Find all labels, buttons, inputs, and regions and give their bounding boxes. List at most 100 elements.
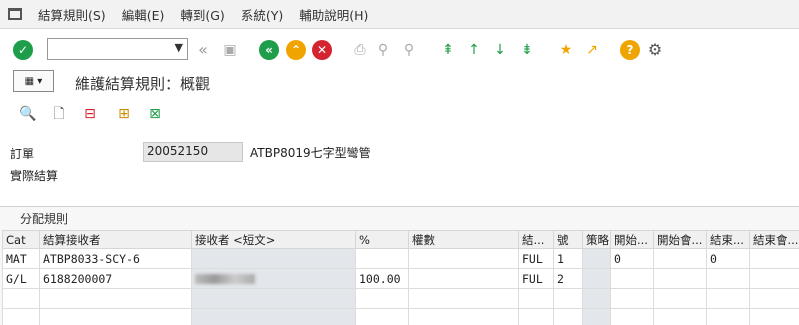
shortcut-icon[interactable]: ↗ bbox=[582, 40, 602, 60]
cell-cat[interactable]: G/L bbox=[2, 268, 40, 289]
menu-goto[interactable]: 轉到(G) bbox=[172, 5, 232, 24]
command-field[interactable]: ▼ bbox=[47, 38, 188, 60]
cell-end-fiscal[interactable] bbox=[749, 268, 799, 289]
cell-start[interactable]: 0 bbox=[610, 248, 654, 269]
cell-end[interactable] bbox=[706, 268, 750, 289]
first-page-icon[interactable]: ⇞ bbox=[438, 40, 458, 60]
table-settings-icon: ▦ ▾ bbox=[24, 75, 43, 87]
cell-number[interactable]: 1 bbox=[553, 248, 583, 269]
col-header-strategy[interactable]: 策略 bbox=[582, 230, 611, 249]
cell-settlement-type[interactable] bbox=[518, 288, 554, 309]
col-header-cat[interactable]: Cat bbox=[2, 230, 40, 249]
cell-start-fiscal[interactable] bbox=[653, 288, 707, 309]
cell-end[interactable] bbox=[706, 288, 750, 309]
cell-receiver[interactable] bbox=[39, 288, 192, 309]
col-header-number[interactable]: 號 bbox=[553, 230, 583, 249]
table-row[interactable] bbox=[2, 308, 799, 325]
find-icon[interactable]: ⚲ bbox=[373, 40, 393, 60]
detail-icon[interactable]: 🔍 bbox=[18, 104, 38, 124]
cell-start-fiscal[interactable] bbox=[653, 268, 707, 289]
cell-percent[interactable]: 100.00 bbox=[355, 268, 409, 289]
col-header-settlement-type[interactable]: 結... bbox=[518, 230, 554, 249]
menu-edit[interactable]: 編輯(E) bbox=[114, 5, 173, 24]
cell-cat[interactable]: MAT bbox=[2, 248, 40, 269]
cell-receiver-text bbox=[191, 308, 356, 325]
cell-receiver[interactable] bbox=[39, 308, 192, 325]
table-header-row: Cat 結算接收者 接收者 <短文> % 權數 結... 號 策略 開始... … bbox=[2, 230, 799, 249]
menu-settlement-rule[interactable]: 結算規則(S) bbox=[30, 5, 114, 24]
cell-start-fiscal[interactable] bbox=[653, 248, 707, 269]
cell-cat[interactable] bbox=[2, 308, 40, 325]
help-icon[interactable]: ? bbox=[620, 40, 640, 60]
cell-start[interactable] bbox=[610, 288, 654, 309]
order-number-field: 20052150 bbox=[143, 142, 243, 162]
cell-weight[interactable] bbox=[408, 288, 519, 309]
last-page-icon[interactable]: ⇟ bbox=[517, 40, 537, 60]
chevron-down-icon[interactable]: ▼ bbox=[175, 41, 183, 54]
cell-strategy bbox=[582, 288, 611, 309]
col-header-start[interactable]: 開始... bbox=[610, 230, 654, 249]
cell-end-fiscal[interactable] bbox=[749, 288, 799, 309]
gear-icon[interactable]: ⚙ bbox=[645, 40, 665, 60]
cell-number[interactable]: 2 bbox=[553, 268, 583, 289]
distribution-rules-title: 分配規則 bbox=[20, 212, 69, 226]
col-header-end-fiscal[interactable]: 結束會... bbox=[749, 230, 799, 249]
menu-help[interactable]: 輔助說明(H) bbox=[291, 5, 376, 24]
menu-bar: 結算規則(S) 編輯(E) 轉到(G) 系統(Y) 輔助說明(H) bbox=[0, 0, 799, 29]
menu-system[interactable]: 系統(Y) bbox=[233, 5, 291, 24]
col-header-start-fiscal[interactable]: 開始會... bbox=[653, 230, 707, 249]
cell-end[interactable]: 0 bbox=[706, 248, 750, 269]
cell-weight[interactable] bbox=[408, 308, 519, 325]
cell-strategy bbox=[582, 268, 611, 289]
cell-settlement-type[interactable]: FUL bbox=[518, 268, 554, 289]
cell-settlement-type[interactable]: FUL bbox=[518, 248, 554, 269]
col-header-end[interactable]: 結束... bbox=[706, 230, 750, 249]
next-page-icon[interactable]: ↓ bbox=[490, 40, 510, 60]
order-description: ATBP8019七字型彎管 bbox=[250, 146, 371, 160]
save-icon[interactable]: ▣ bbox=[220, 40, 240, 60]
cell-receiver[interactable]: ATBP8033-SCY-6 bbox=[39, 248, 192, 269]
cell-start[interactable] bbox=[610, 268, 654, 289]
cell-settlement-type[interactable] bbox=[518, 308, 554, 325]
find-next-icon[interactable]: ⚲ bbox=[399, 40, 419, 60]
cell-end[interactable] bbox=[706, 308, 750, 325]
col-header-weight[interactable]: 權數 bbox=[408, 230, 519, 249]
exit-icon[interactable]: ⌃ bbox=[286, 40, 306, 60]
table-row[interactable] bbox=[2, 288, 799, 309]
table-row[interactable]: G/L 6188200007 100.00 FUL 2 bbox=[2, 268, 799, 289]
cell-number[interactable] bbox=[553, 288, 583, 309]
hierarchy-icon[interactable]: ⊞ bbox=[114, 104, 134, 124]
previous-page-icon[interactable]: ↑ bbox=[464, 40, 484, 60]
col-header-receiver-text[interactable]: 接收者 <短文> bbox=[191, 230, 356, 249]
collapse-arrow-icon[interactable]: « bbox=[193, 40, 213, 60]
cell-percent[interactable] bbox=[355, 248, 409, 269]
cell-percent[interactable] bbox=[355, 288, 409, 309]
cell-weight[interactable] bbox=[408, 268, 519, 289]
cancel-icon[interactable]: ✕ bbox=[312, 40, 332, 60]
cell-percent[interactable] bbox=[355, 308, 409, 325]
print-icon[interactable]: ⎙ bbox=[350, 40, 370, 60]
table-row[interactable]: MAT ATBP8033-SCY-6 FUL 1 0 0 bbox=[2, 248, 799, 269]
col-header-receiver[interactable]: 結算接收者 bbox=[39, 230, 192, 249]
cell-number[interactable] bbox=[553, 308, 583, 325]
window-menu-icon[interactable] bbox=[8, 8, 22, 20]
cell-cat[interactable] bbox=[2, 288, 40, 309]
structure-icon[interactable]: ⊠ bbox=[145, 104, 165, 124]
cell-weight[interactable] bbox=[408, 248, 519, 269]
table-settings-button[interactable]: ▦ ▾ bbox=[13, 70, 54, 92]
page-title: 維護結算規則：概觀 bbox=[75, 75, 211, 93]
enter-check-icon[interactable]: ✓ bbox=[13, 40, 33, 60]
cell-receiver-text bbox=[191, 248, 356, 269]
delete-row-icon[interactable]: ⊟ bbox=[80, 104, 100, 124]
cell-end-fiscal[interactable] bbox=[749, 308, 799, 325]
col-header-percent[interactable]: % bbox=[355, 230, 409, 249]
new-document-icon[interactable]: 🗋 bbox=[49, 104, 69, 124]
order-label: 訂單 bbox=[10, 147, 35, 161]
cell-end-fiscal[interactable] bbox=[749, 248, 799, 269]
cell-start[interactable] bbox=[610, 308, 654, 325]
cell-strategy bbox=[582, 248, 611, 269]
cell-start-fiscal[interactable] bbox=[653, 308, 707, 325]
create-session-icon[interactable]: ★ bbox=[556, 40, 576, 60]
back-icon[interactable]: « bbox=[259, 40, 279, 60]
cell-receiver[interactable]: 6188200007 bbox=[39, 268, 192, 289]
